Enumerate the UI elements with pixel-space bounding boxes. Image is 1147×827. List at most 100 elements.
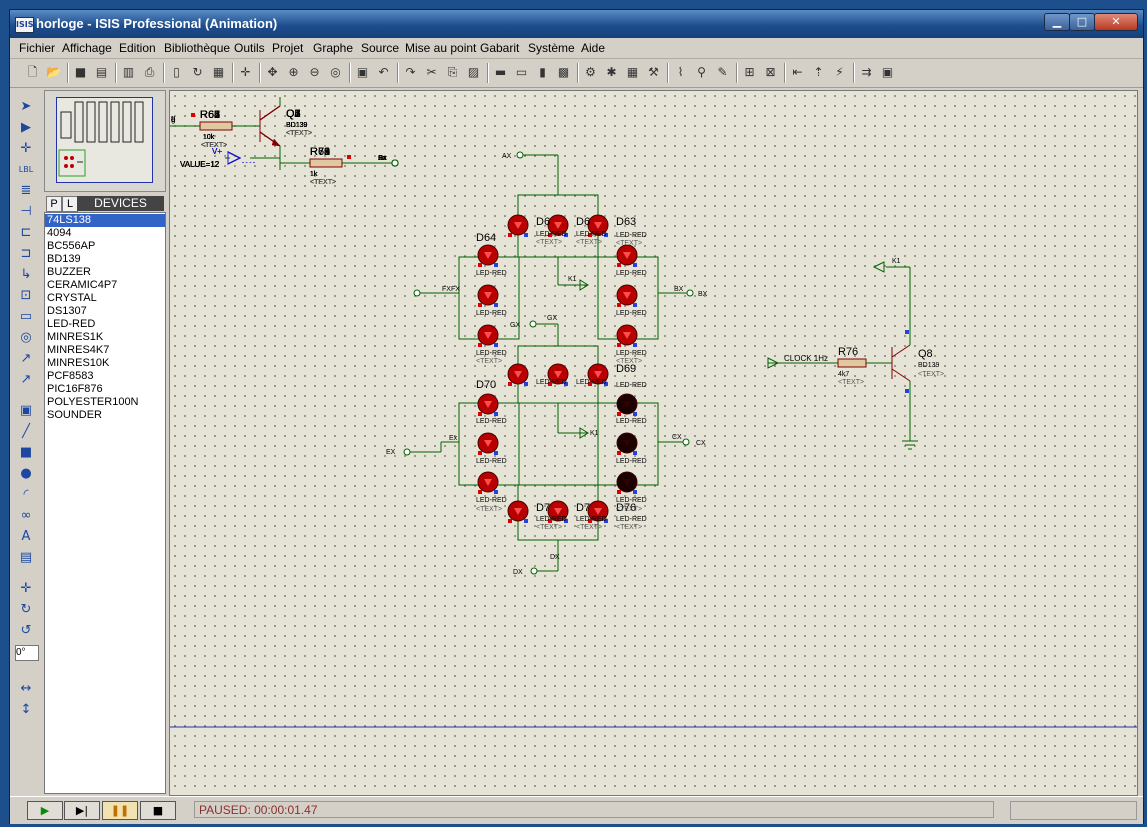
goto-sheet-icon[interactable]: ⇤ — [789, 64, 806, 81]
terminal-node[interactable] — [682, 438, 690, 446]
pick-devices-tab[interactable]: P — [46, 196, 62, 212]
menu-systeme[interactable]: Système — [528, 41, 575, 55]
base-resistor[interactable] — [199, 121, 233, 131]
make-device-icon[interactable]: ✱ — [603, 64, 620, 81]
pick-icon[interactable]: ⚙ — [582, 64, 599, 81]
pause-button[interactable]: ❚❚ — [102, 801, 138, 820]
origin-icon[interactable]: ✛ — [237, 64, 254, 81]
selection-icon[interactable]: ➤ — [15, 98, 37, 116]
pan-icon[interactable]: ✥ — [264, 64, 281, 81]
device-item[interactable]: PIC16F876 — [47, 383, 103, 396]
terminal-node[interactable] — [530, 567, 538, 575]
zoom-area-icon[interactable]: ▣ — [354, 64, 371, 81]
block-move-icon[interactable]: ▭ — [513, 64, 530, 81]
play-button[interactable]: ▶ — [27, 801, 63, 820]
menu-mise-au-point[interactable]: Mise au point — [405, 41, 476, 55]
device-item[interactable]: 4094 — [47, 227, 71, 240]
circle-2d-icon[interactable]: ● — [15, 465, 37, 483]
zoom-out-icon[interactable]: ⊖ — [306, 64, 323, 81]
isis-app-icon[interactable]: ISIS — [15, 17, 34, 33]
package-icon[interactable]: ⚒ — [645, 64, 662, 81]
device-item[interactable]: BC556AP — [47, 240, 95, 253]
export-icon[interactable]: ▥ — [120, 64, 137, 81]
maximize-icon[interactable]: □ — [1069, 13, 1095, 31]
box-2d-icon[interactable]: ■ — [15, 444, 37, 462]
menu-projet[interactable]: Projet — [272, 41, 303, 55]
arc-2d-icon[interactable]: ◜ — [15, 486, 37, 504]
page-setup-icon[interactable]: ▯ — [168, 64, 185, 81]
subcircuit-icon[interactable]: ⊏ — [15, 224, 37, 242]
device-item[interactable]: BD139 — [47, 253, 81, 266]
device-item[interactable]: BUZZER — [47, 266, 91, 279]
wire-autoroute-icon[interactable]: ⌇ — [672, 64, 689, 81]
mirror-x-icon[interactable]: ↔ — [15, 680, 37, 698]
menu-outils[interactable]: Outils — [234, 41, 265, 55]
remove-sheet-icon[interactable]: ⊠ — [762, 64, 779, 81]
rotate-cw-icon[interactable]: ↻ — [15, 601, 37, 619]
library-manager-tab[interactable]: L — [62, 196, 78, 212]
menu-bibliotheque[interactable]: Bibliothèque — [164, 41, 230, 55]
device-item[interactable]: LED-RED — [47, 318, 95, 331]
netlist-icon[interactable]: ⇉ — [858, 64, 875, 81]
terminal-node[interactable] — [686, 289, 694, 297]
device-item[interactable]: SOUNDER — [47, 409, 102, 422]
line-2d-icon[interactable]: ╱ — [15, 423, 37, 441]
device-item[interactable]: MINRES4K7 — [47, 344, 109, 357]
redo-icon[interactable]: ↷ — [402, 64, 419, 81]
menu-graphe[interactable]: Graphe — [313, 41, 353, 55]
component-icon[interactable]: ▶ — [15, 119, 37, 137]
undo-icon[interactable]: ↶ — [375, 64, 392, 81]
block-copy-icon[interactable]: ▬ — [492, 64, 509, 81]
terminal-node[interactable] — [413, 289, 421, 297]
decompose-icon[interactable]: ▦ — [624, 64, 641, 81]
terminal-node[interactable] — [516, 151, 524, 159]
bus-icon[interactable]: ⊣ — [15, 203, 37, 221]
k1-terminal[interactable] — [872, 261, 885, 273]
close-icon[interactable]: ✕ — [1094, 13, 1138, 31]
generator-icon[interactable]: ◎ — [15, 329, 37, 347]
block-rotate-icon[interactable]: ▮ — [534, 64, 551, 81]
clock-resistor[interactable] — [837, 358, 867, 368]
import-icon[interactable]: ▤ — [93, 64, 110, 81]
device-item[interactable]: 74LS138 — [45, 214, 165, 227]
menu-aide[interactable]: Aide — [581, 41, 605, 55]
grid-icon[interactable]: ▦ — [210, 64, 227, 81]
menu-edition[interactable]: Edition — [119, 41, 156, 55]
terminal-node[interactable] — [529, 320, 537, 328]
schematic-canvas[interactable]: R61 10k <TEXT> Q1 BD139 <TEXT> V+ VALUE=12- - -… — [169, 90, 1138, 796]
property-assign-icon[interactable]: ✎ — [714, 64, 731, 81]
symbol-2d-icon[interactable]: ▤ — [15, 549, 37, 567]
step-button[interactable]: ▶| — [64, 801, 100, 820]
current-probe-icon[interactable]: ↗ — [15, 371, 37, 389]
menu-fichier[interactable]: Fichier — [19, 41, 55, 55]
terminal-node[interactable] — [391, 159, 399, 167]
device-item[interactable]: MINRES10K — [47, 357, 109, 370]
wire-label-icon[interactable]: LBL — [15, 161, 37, 179]
device-item[interactable]: MINRES1K — [47, 331, 103, 344]
zoom-in-icon[interactable]: ⊕ — [285, 64, 302, 81]
device-item[interactable]: PCF8583 — [47, 370, 93, 383]
zoom-all-icon[interactable]: ◎ — [327, 64, 344, 81]
tape-icon[interactable]: ▭ — [15, 308, 37, 326]
mirror-y-icon[interactable]: ↕ — [15, 701, 37, 719]
device-item[interactable]: POLYESTER100N — [47, 396, 139, 409]
path-2d-icon[interactable]: ∞ — [15, 507, 37, 525]
menu-gabarit[interactable]: Gabarit — [480, 41, 519, 55]
device-list[interactable]: 74LS138 4094 BC556AP BD139 BUZZER CERAMIC4P7 C… — [44, 212, 166, 794]
search-icon[interactable]: ⚲ — [693, 64, 710, 81]
terminal-node[interactable] — [403, 448, 411, 456]
device-item[interactable]: CERAMIC4P7 — [47, 279, 117, 292]
electrical-check-icon[interactable]: ⚡ — [831, 64, 848, 81]
new-sheet-icon[interactable]: ⊞ — [741, 64, 758, 81]
marker-2d-icon[interactable]: ✛ — [15, 580, 37, 598]
copy-icon[interactable]: ⎘ — [444, 64, 461, 81]
device-item[interactable]: CRYSTAL — [47, 292, 97, 305]
print-icon[interactable]: ⎙ — [141, 64, 158, 81]
menu-affichage[interactable]: Affichage — [62, 41, 112, 55]
save-icon[interactable]: ■ — [72, 64, 89, 81]
open-icon[interactable]: 📂 — [45, 64, 62, 81]
ares-icon[interactable]: ▣ — [879, 64, 896, 81]
pin-icon[interactable]: ↳ — [15, 266, 37, 284]
paste-icon[interactable]: ▨ — [465, 64, 482, 81]
block-delete-icon[interactable]: ▩ — [555, 64, 572, 81]
